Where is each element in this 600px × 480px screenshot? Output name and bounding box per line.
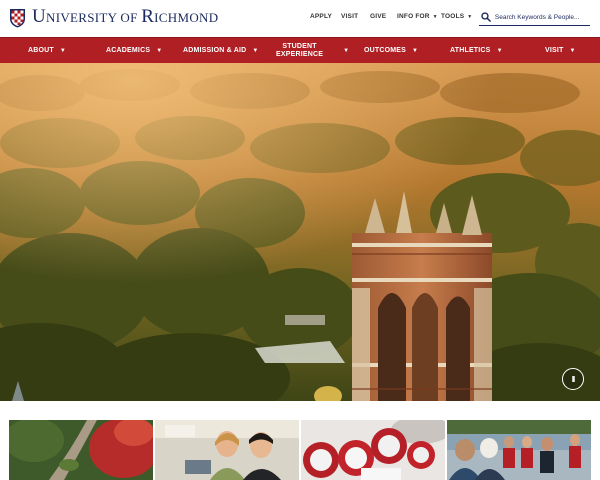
lacrosse-photo: [301, 420, 445, 480]
nav-item-student-experience[interactable]: STUDENT EXPERIENCE ▼: [276, 38, 349, 64]
students-lab-photo: [155, 420, 299, 480]
wordmark-initial-u: U: [32, 6, 47, 27]
pause-icon: II: [571, 374, 576, 384]
nav-item-label: OUTCOMES: [364, 47, 407, 54]
nav-item-academics[interactable]: ACADEMICS ▼: [106, 38, 162, 64]
university-wordmark: UNIVERSITY OF RICHMOND: [32, 7, 218, 28]
nav-item-label: VISIT: [545, 47, 564, 54]
chevron-down-icon: ▼: [467, 13, 473, 20]
feature-tile-students[interactable]: [447, 420, 591, 480]
util-link-label: APPLY: [310, 13, 333, 20]
nav-item-admission-aid[interactable]: ADMISSION & AID ▼: [183, 38, 259, 64]
page: UNIVERSITY OF RICHMOND APPLY VISIT GIVE …: [0, 0, 600, 480]
util-dropdown-tools[interactable]: TOOLS ▼: [441, 13, 472, 20]
chevron-down-icon: ▼: [412, 48, 419, 54]
chevron-down-icon: ▼: [496, 48, 503, 54]
university-logo[interactable]: UNIVERSITY OF RICHMOND: [9, 7, 218, 28]
wordmark-part-1: NIVERSITY OF: [46, 10, 142, 25]
util-link-give[interactable]: GIVE: [370, 13, 386, 20]
util-dropdown-info-for[interactable]: INFO FOR ▼: [397, 13, 438, 20]
chevron-down-icon: ▼: [59, 48, 67, 54]
site-header: UNIVERSITY OF RICHMOND APPLY VISIT GIVE …: [0, 0, 600, 36]
nav-item-visit[interactable]: VISIT ▼: [545, 38, 576, 64]
util-link-label: VISIT: [341, 13, 359, 20]
campus-aerial-photo: [9, 420, 153, 480]
wordmark-initial-r: R: [141, 6, 155, 27]
chevron-down-icon: ▼: [569, 48, 576, 54]
shield-icon: [10, 8, 25, 27]
util-link-label: GIVE: [370, 13, 387, 20]
chevron-down-icon: ▼: [252, 48, 259, 54]
nav-item-label: ADMISSION & AID: [183, 47, 247, 54]
util-link-label: TOOLS: [441, 13, 465, 20]
main-nav: ABOUT ▼ ACADEMICS ▼ ADMISSION & AID ▼ ST…: [0, 37, 600, 63]
pause-button[interactable]: II: [562, 368, 584, 390]
chevron-down-icon: ▼: [432, 13, 438, 20]
search-icon[interactable]: [481, 12, 491, 22]
util-link-apply[interactable]: APPLY: [310, 13, 332, 20]
students-outdoor-photo: [447, 420, 591, 480]
nav-item-label-line-2: EXPERIENCE: [276, 51, 324, 58]
feature-tile-lacrosse[interactable]: [301, 420, 445, 480]
util-link-visit[interactable]: VISIT: [341, 13, 358, 20]
nav-item-label: ABOUT: [28, 47, 54, 54]
hero-campus-photo: [0, 63, 600, 401]
feature-tile-campus[interactable]: [9, 420, 153, 480]
feature-tiles: [0, 401, 600, 480]
chevron-down-icon: ▼: [156, 48, 163, 54]
wordmark-part-2: ICHMOND: [154, 10, 219, 25]
nav-item-label: ATHLETICS: [450, 47, 491, 54]
nav-item-label: STUDENT EXPERIENCE: [276, 43, 323, 59]
nav-item-label: ACADEMICS: [106, 47, 151, 54]
search-input[interactable]: [494, 13, 590, 21]
hero-banner: II: [0, 63, 600, 401]
util-link-label: INFO FOR: [397, 13, 430, 20]
chevron-down-icon: ▼: [343, 48, 350, 54]
search-bar: [479, 9, 590, 26]
nav-item-label-line-1: STUDENT: [282, 43, 317, 50]
feature-tile-lab[interactable]: [155, 420, 299, 480]
nav-item-athletics[interactable]: ATHLETICS ▼: [450, 38, 503, 64]
nav-item-outcomes[interactable]: OUTCOMES ▼: [364, 38, 418, 64]
nav-item-about[interactable]: ABOUT ▼: [28, 38, 66, 64]
